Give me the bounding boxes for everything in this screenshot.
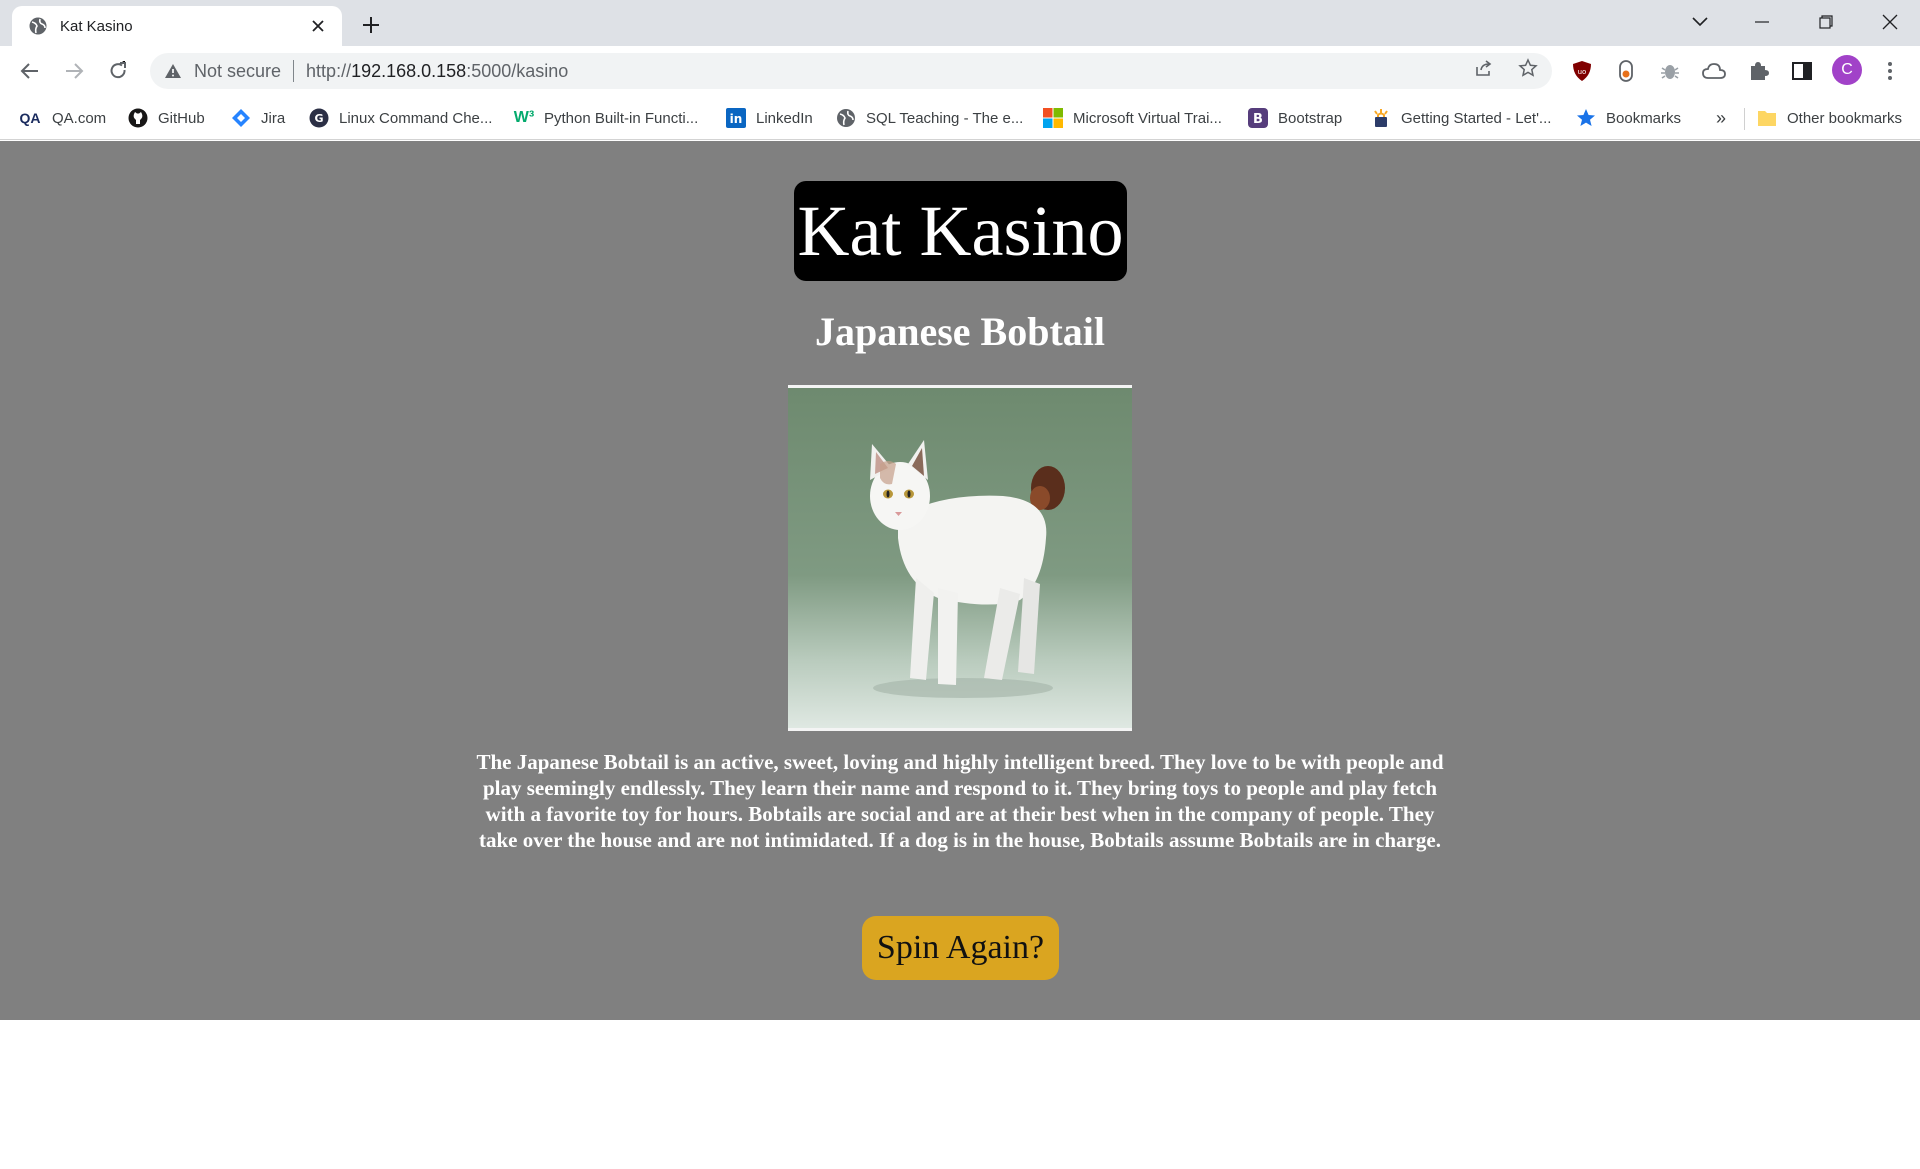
puzzle-extensions-icon[interactable]: [1742, 55, 1774, 87]
bookmark-label: Getting Started - Let'...: [1401, 109, 1552, 127]
bookmarks-bar: QA QA.com GitHub Jira G Linux Command Ch…: [0, 96, 1920, 140]
bookmark-label: Bootstrap: [1278, 109, 1343, 127]
divider: [293, 60, 295, 82]
bookmarks-overflow-button[interactable]: »: [1716, 106, 1726, 130]
bookmark-python[interactable]: W³ Python Built-in Functi...: [514, 106, 698, 130]
bookmark-star-icon[interactable]: [1512, 52, 1544, 84]
bookmark-linkedin[interactable]: in LinkedIn: [726, 106, 813, 130]
bootstrap-icon: B: [1248, 108, 1268, 128]
letsencrypt-icon: [1371, 108, 1391, 128]
globe-icon: [28, 16, 48, 36]
cloud-icon[interactable]: [1698, 55, 1730, 87]
profile-avatar[interactable]: C: [1832, 55, 1862, 85]
url-scheme: http://: [306, 60, 352, 81]
browser-tabstrip: Kat Kasino: [0, 0, 1920, 46]
new-tab-button[interactable]: [356, 10, 386, 40]
bookmark-label: Python Built-in Functi...: [544, 109, 699, 127]
svg-text:in: in: [730, 112, 743, 126]
bookmark-sql[interactable]: SQL Teaching - The e...: [836, 106, 1023, 130]
bookmark-label: LinkedIn: [756, 109, 813, 127]
extension-pill-icon[interactable]: [1610, 55, 1642, 87]
share-icon[interactable]: [1468, 52, 1500, 84]
bookmark-jira[interactable]: Jira: [231, 106, 285, 130]
jira-icon: [231, 108, 251, 128]
w3schools-icon: W³: [513, 109, 535, 126]
tab-title: Kat Kasino: [60, 17, 133, 35]
breed-description: The Japanese Bobtail is an active, sweet…: [476, 750, 1444, 852]
bookmark-label: Linux Command Che...: [339, 109, 493, 127]
ublock-origin-icon[interactable]: uo: [1566, 55, 1598, 87]
restore-icon[interactable]: [1802, 6, 1850, 38]
kebab-menu-icon[interactable]: [1874, 55, 1906, 87]
bookmark-microsoft[interactable]: Microsoft Virtual Trai...: [1043, 106, 1222, 130]
svg-text:G: G: [314, 112, 323, 125]
bookmark-bookmarks[interactable]: Bookmarks: [1576, 106, 1681, 130]
bookmark-bootstrap[interactable]: B Bootstrap: [1248, 106, 1342, 130]
forward-arrow-icon[interactable]: [58, 55, 90, 87]
window-close-icon[interactable]: [1866, 6, 1914, 38]
security-label: Not secure: [194, 60, 282, 81]
spin-again-button[interactable]: Spin Again?: [862, 916, 1059, 980]
bookmark-other[interactable]: Other bookmarks: [1757, 106, 1902, 130]
github-icon: [128, 108, 148, 128]
cat-image: [788, 385, 1132, 731]
breed-name: Japanese Bobtail: [814, 309, 1106, 354]
bug-icon[interactable]: [1654, 55, 1686, 87]
tab-search-chevron-icon[interactable]: [1676, 6, 1724, 38]
site-title: Kat Kasino: [794, 181, 1127, 281]
qa-icon: QA: [19, 110, 41, 126]
microsoft-icon: [1043, 108, 1063, 128]
reload-icon[interactable]: [102, 55, 134, 87]
close-icon[interactable]: [306, 14, 330, 38]
bookmark-label: QA.com: [52, 109, 107, 127]
url-host: 192.168.0.158: [351, 60, 467, 81]
svg-text:B: B: [1253, 112, 1263, 127]
url-text[interactable]: http://192.168.0.158:5000/kasino: [306, 61, 1552, 82]
divider: [1744, 108, 1745, 130]
url-path: :5000/kasino: [466, 60, 569, 81]
star-icon: [1576, 108, 1596, 128]
folder-icon: [1757, 108, 1777, 128]
bookmark-letsencrypt[interactable]: Getting Started - Let'...: [1371, 106, 1551, 130]
address-bar[interactable]: Not secure http://192.168.0.158:5000/kas…: [150, 53, 1552, 89]
svg-text:uo: uo: [1578, 68, 1587, 76]
minimize-icon[interactable]: [1738, 6, 1786, 38]
bookmark-label: Jira: [261, 109, 286, 127]
linux-icon: G: [309, 108, 329, 128]
bookmark-label: GitHub: [158, 109, 205, 127]
globe-icon: [836, 108, 856, 128]
bookmark-label: Bookmarks: [1606, 109, 1682, 127]
side-panel-icon[interactable]: [1786, 55, 1818, 87]
page-body: Kat Kasino Japanese Bobtail The Japanese…: [0, 141, 1920, 1020]
bookmark-linux[interactable]: G Linux Command Che...: [309, 106, 492, 130]
linkedin-icon: in: [726, 108, 746, 128]
warning-triangle-icon[interactable]: [164, 62, 182, 80]
bookmark-label: Microsoft Virtual Trai...: [1073, 109, 1222, 127]
bookmark-qa[interactable]: QA QA.com: [18, 106, 107, 130]
browser-tab-active[interactable]: Kat Kasino: [12, 6, 342, 46]
bookmark-label: SQL Teaching - The e...: [866, 109, 1024, 127]
back-arrow-icon[interactable]: [14, 55, 46, 87]
bookmark-github[interactable]: GitHub: [128, 106, 205, 130]
bookmark-label: Other bookmarks: [1787, 109, 1903, 127]
